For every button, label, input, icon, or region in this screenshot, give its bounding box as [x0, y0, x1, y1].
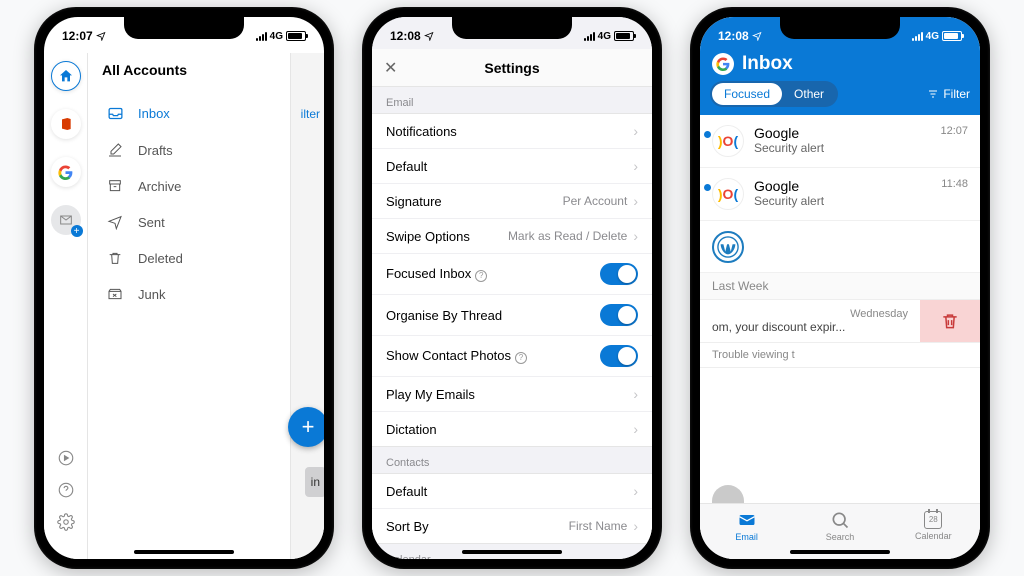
focused-other-segment: Focused Other: [710, 81, 838, 107]
page-title: Settings: [484, 60, 539, 76]
mail-time: 12:07: [940, 125, 968, 141]
close-icon[interactable]: ✕: [384, 58, 397, 78]
mail-time: 11:48: [941, 178, 968, 194]
mail-item[interactable]: )O( Google 12:07 Security alert: [700, 115, 980, 168]
location-icon: [96, 31, 106, 41]
section-label-contacts: Contacts: [372, 447, 652, 473]
network-label: 4G: [270, 31, 283, 42]
email-icon: [737, 510, 757, 530]
mail-subject: Security alert: [754, 141, 968, 155]
folder-label: Drafts: [138, 143, 173, 158]
inbox-icon: [106, 105, 124, 122]
mail-subject: Security alert: [754, 194, 968, 208]
trash-icon: [106, 250, 124, 266]
swipe-delete-action[interactable]: [920, 300, 980, 342]
filter-icon: [927, 88, 939, 100]
row-play-emails[interactable]: Play My Emails ›: [372, 377, 652, 412]
tab-other[interactable]: Other: [782, 83, 836, 105]
row-dictation[interactable]: Dictation ›: [372, 412, 652, 446]
row-sort-by[interactable]: Sort By First Name›: [372, 509, 652, 543]
drawer-title: All Accounts: [102, 62, 187, 78]
mail-item[interactable]: [700, 221, 980, 273]
folder-drafts[interactable]: Drafts: [88, 132, 324, 168]
folder-label: Junk: [138, 287, 165, 302]
unread-indicator: [704, 184, 711, 191]
section-label-email: Email: [372, 87, 652, 113]
status-time: 12:08: [390, 29, 421, 43]
folder-drawer: All Accounts Inbox Drafts: [88, 53, 324, 559]
folder-label: Inbox: [138, 106, 170, 121]
folder-deleted[interactable]: Deleted: [88, 240, 324, 276]
account-avatar[interactable]: [712, 53, 734, 75]
chevron-right-icon: ›: [633, 158, 638, 174]
row-focused-inbox: Focused Inbox?: [372, 254, 652, 295]
archive-icon: [106, 178, 124, 194]
home-icon[interactable]: [51, 61, 81, 91]
status-time: 12:07: [62, 29, 93, 43]
tab-calendar[interactable]: 28 Calendar: [887, 504, 980, 547]
folder-inbox[interactable]: Inbox: [88, 95, 324, 132]
signin-button-peek[interactable]: in: [305, 467, 324, 497]
junk-icon: [106, 286, 124, 302]
folder-label: Sent: [138, 215, 165, 230]
status-time: 12:08: [718, 29, 749, 43]
toggle-focused[interactable]: [600, 263, 638, 285]
folder-label: Deleted: [138, 251, 183, 266]
settings-icon[interactable]: [57, 513, 75, 531]
row-signature[interactable]: Signature Per Account›: [372, 184, 652, 219]
page-title: Inbox: [742, 53, 793, 75]
folder-sent[interactable]: Sent: [88, 204, 324, 240]
trash-icon: [940, 311, 960, 331]
mail-day: Wednesday: [712, 308, 908, 320]
folder-junk[interactable]: Junk: [88, 276, 324, 312]
drafts-icon: [106, 142, 124, 158]
sender-avatar: )O(: [712, 178, 744, 210]
folder-label: Archive: [138, 179, 181, 194]
settings-header: ✕ Settings: [372, 49, 652, 87]
filter-text-peek: ilter: [301, 107, 320, 121]
filter-button[interactable]: Filter: [927, 87, 970, 101]
row-contact-photos: Show Contact Photos?: [372, 336, 652, 377]
info-icon[interactable]: ?: [515, 352, 527, 364]
mail-item[interactable]: )O( Google 11:48 Security alert: [700, 168, 980, 221]
sender-avatar: )O(: [712, 125, 744, 157]
row-contacts-default[interactable]: Default ›: [372, 474, 652, 509]
sender-name: Google: [754, 178, 799, 194]
office-account-icon[interactable]: [51, 109, 81, 139]
tab-search[interactable]: Search: [793, 504, 886, 547]
row-organise-thread: Organise By Thread: [372, 295, 652, 336]
signal-icon: [256, 32, 267, 41]
battery-icon: [286, 31, 306, 41]
row-default[interactable]: Default ›: [372, 149, 652, 184]
dnd-icon[interactable]: [57, 449, 75, 467]
mail-list: )O( Google 12:07 Security alert )O(: [700, 115, 980, 368]
sent-icon: [106, 214, 124, 230]
search-icon: [830, 510, 850, 530]
compose-fab[interactable]: +: [288, 407, 324, 447]
partial-avatar: [712, 485, 744, 503]
sender-avatar: [712, 231, 744, 263]
tab-email[interactable]: Email: [700, 504, 793, 547]
mail-preview: Trouble viewing t: [700, 343, 980, 368]
google-account-icon[interactable]: [51, 157, 81, 187]
mail-subject: om, your discount expir...: [712, 320, 908, 334]
chevron-right-icon: ›: [633, 123, 638, 139]
calendar-icon: 28: [924, 511, 942, 529]
add-account-icon[interactable]: [51, 205, 81, 235]
sender-name: Google: [754, 125, 799, 141]
mail-item-swiped[interactable]: Wednesday om, your discount expir...: [700, 300, 980, 343]
row-notifications[interactable]: Notifications ›: [372, 114, 652, 149]
toggle-photos[interactable]: [600, 345, 638, 367]
folder-archive[interactable]: Archive: [88, 168, 324, 204]
help-icon[interactable]: [57, 481, 75, 499]
toggle-organise[interactable]: [600, 304, 638, 326]
section-last-week: Last Week: [700, 273, 980, 300]
info-icon[interactable]: ?: [475, 270, 487, 282]
tab-focused[interactable]: Focused: [712, 83, 782, 105]
account-rail: [44, 53, 88, 559]
unread-indicator: [704, 131, 711, 138]
row-swipe-options[interactable]: Swipe Options Mark as Read / Delete›: [372, 219, 652, 254]
